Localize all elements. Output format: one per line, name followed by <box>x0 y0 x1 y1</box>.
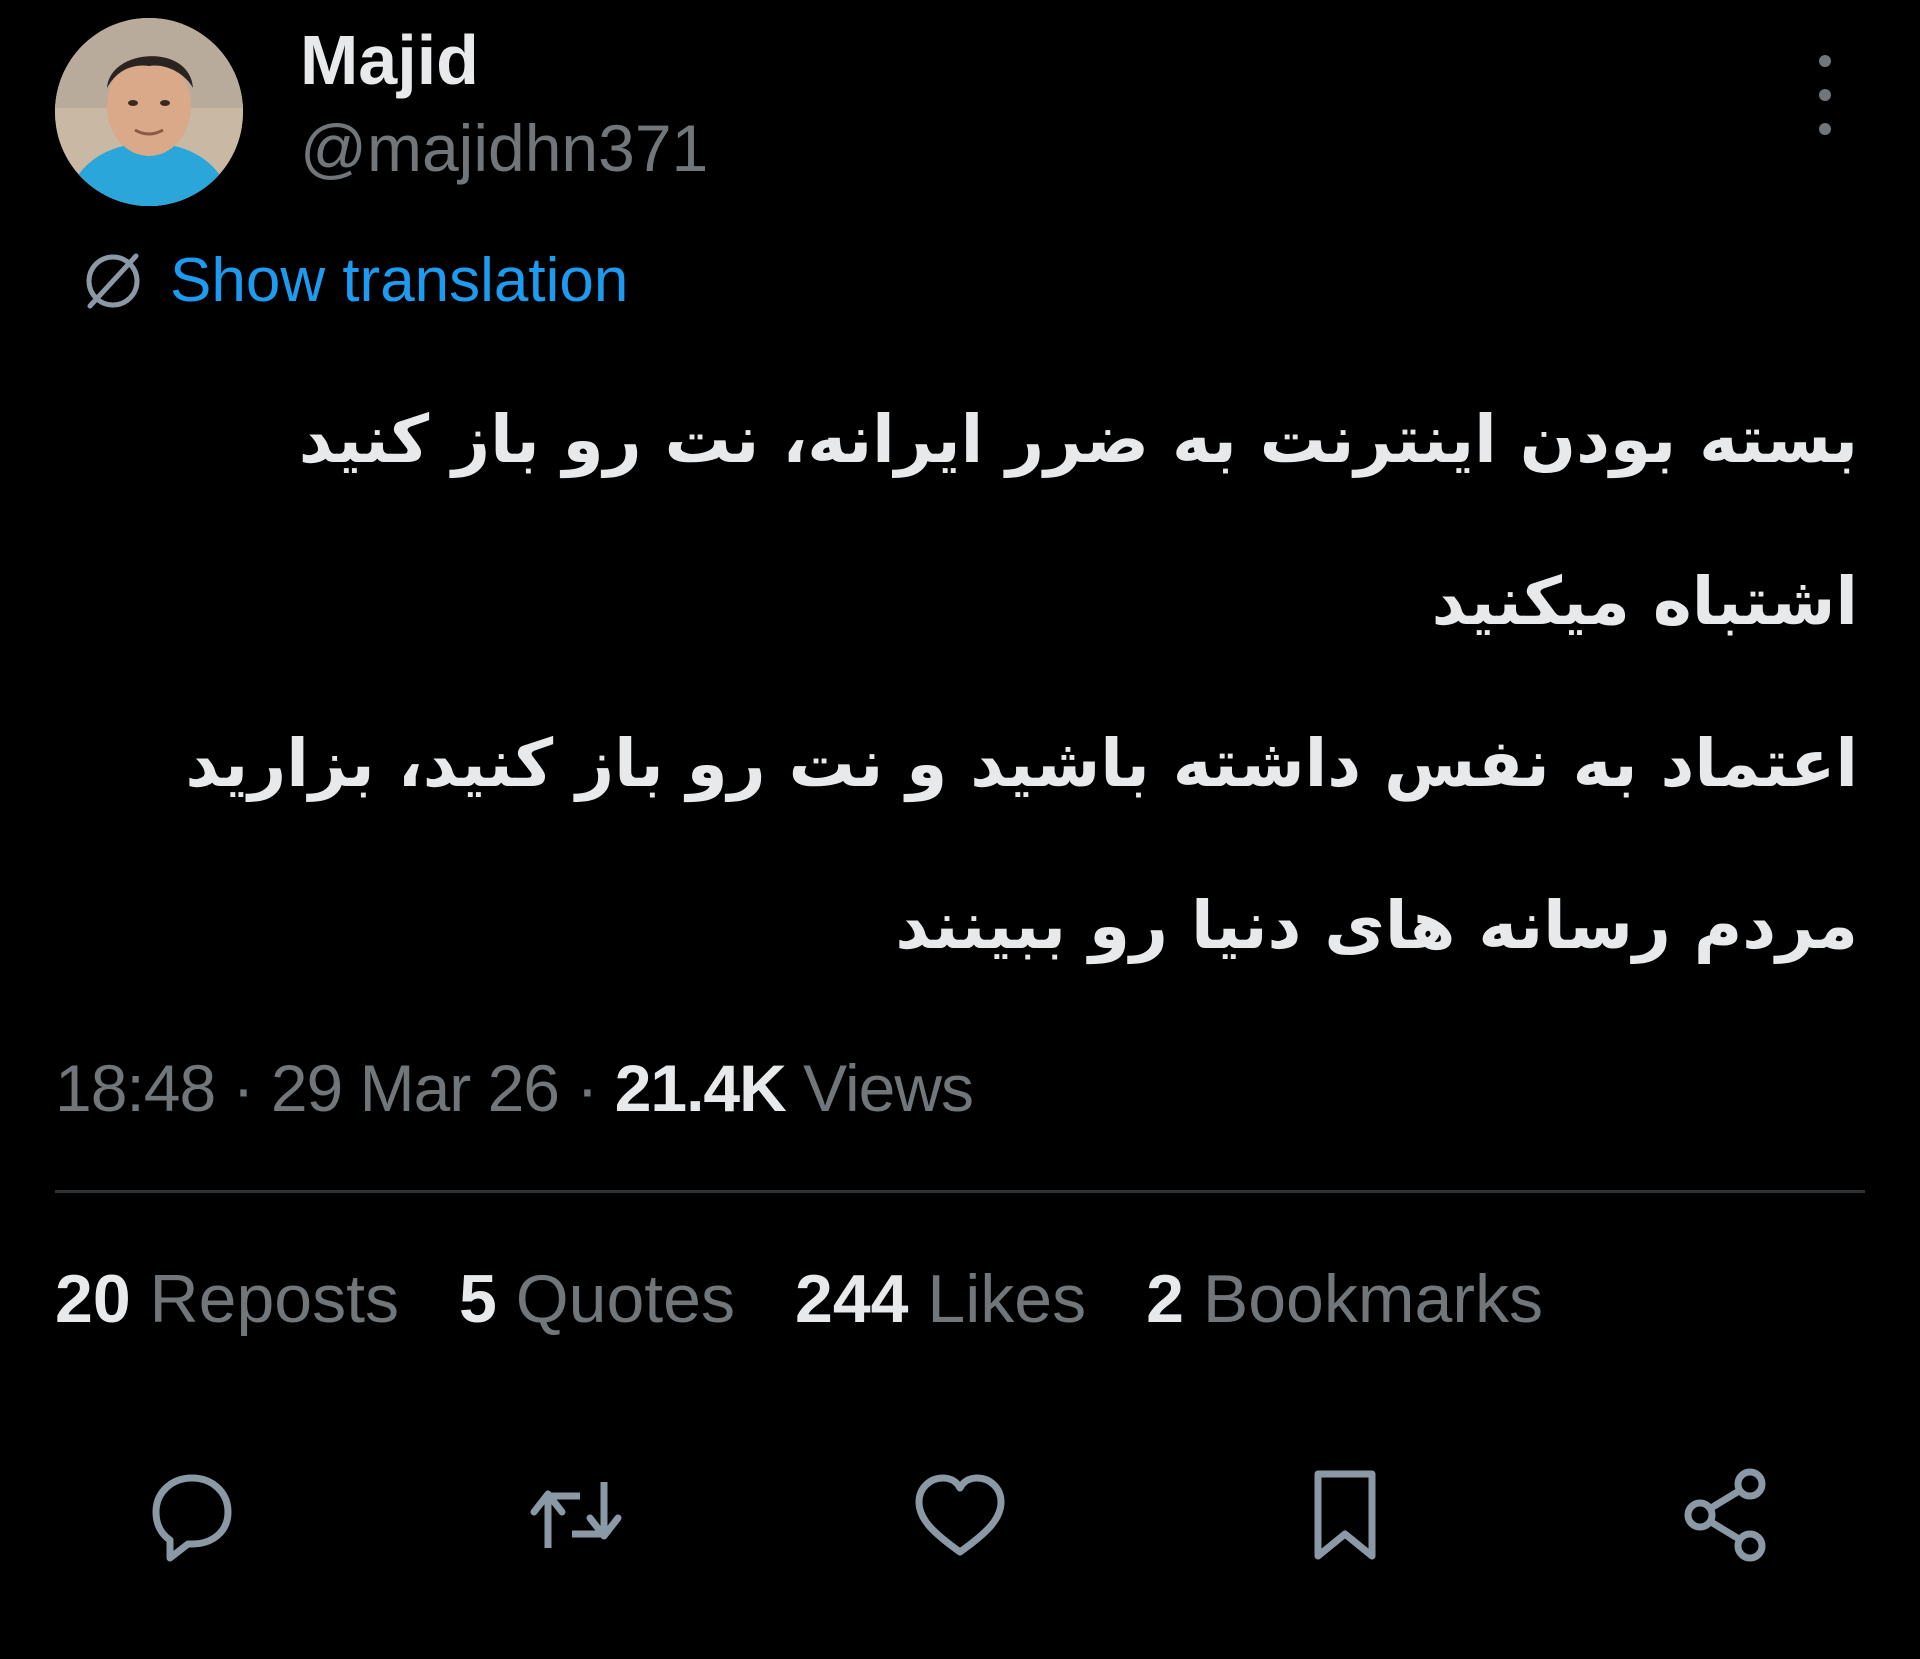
quotes-label: Quotes <box>515 1261 735 1337</box>
likes-stat[interactable]: 244 Likes <box>795 1260 1086 1338</box>
repost-icon <box>530 1482 622 1548</box>
bookmarks-count: 2 <box>1146 1261 1184 1337</box>
likes-label: Likes <box>927 1261 1087 1337</box>
tweet-time[interactable]: 18:48 <box>55 1051 216 1125</box>
quotes-stat[interactable]: 5 Quotes <box>459 1260 735 1338</box>
tweet-date[interactable]: 29 Mar 26 <box>271 1051 560 1125</box>
tweet-meta: 18:48 · 29 Mar 26 · 21.4K Views <box>55 1050 974 1126</box>
reposts-count: 20 <box>55 1261 131 1337</box>
divider <box>55 1190 1865 1193</box>
action-bar <box>0 1460 1920 1570</box>
quotes-count: 5 <box>459 1261 497 1337</box>
reposts-stat[interactable]: 20 Reposts <box>55 1260 399 1338</box>
bookmark-button[interactable] <box>1290 1460 1400 1570</box>
tweet-line: بسته بودن اینترنت به ضرر ایرانه، نت رو ب… <box>298 401 1858 478</box>
share-button[interactable] <box>1672 1460 1782 1570</box>
more-options-icon[interactable] <box>1805 55 1845 135</box>
avatar-image <box>55 18 243 206</box>
tweet-line: اشتباه میکنید <box>1431 563 1858 640</box>
author-name[interactable]: Majid <box>300 20 479 100</box>
meta-separator: · <box>232 1051 255 1125</box>
more-dot <box>1819 123 1831 135</box>
globe-slash-icon <box>86 253 140 308</box>
tweet-line: مردم رسانه های دنیا رو ببینند <box>895 887 1858 964</box>
show-translation-link[interactable]: Show translation <box>78 245 628 316</box>
repost-button[interactable] <box>520 1460 630 1570</box>
likes-count: 244 <box>795 1261 909 1337</box>
bookmark-icon <box>1314 1470 1376 1560</box>
views-count: 21.4K <box>614 1051 787 1125</box>
reply-icon <box>152 1474 232 1562</box>
views-label: Views <box>803 1051 974 1125</box>
avatar[interactable] <box>55 18 243 206</box>
share-icon <box>1684 1468 1766 1562</box>
like-icon <box>915 1474 1005 1556</box>
show-translation-label: Show translation <box>170 246 629 315</box>
like-button[interactable] <box>905 1460 1015 1570</box>
bookmarks-label: Bookmarks <box>1202 1261 1543 1337</box>
more-dot <box>1819 55 1831 67</box>
reposts-label: Reposts <box>149 1261 400 1337</box>
reply-button[interactable] <box>136 1460 246 1570</box>
bookmarks-stat[interactable]: 2 Bookmarks <box>1146 1260 1543 1338</box>
meta-separator: · <box>576 1051 598 1125</box>
author-handle[interactable]: @majidhn371 <box>300 110 708 186</box>
tweet-text: بسته بودن اینترنت به ضرر ایرانه، نت رو ب… <box>98 390 1858 1038</box>
more-dot <box>1819 89 1831 101</box>
engagement-stats: 20 Reposts 5 Quotes 244 Likes 2 Bookmark… <box>55 1260 1543 1338</box>
tweet-line: اعتماد به نفس داشته باشید و نت رو باز کن… <box>185 725 1858 802</box>
